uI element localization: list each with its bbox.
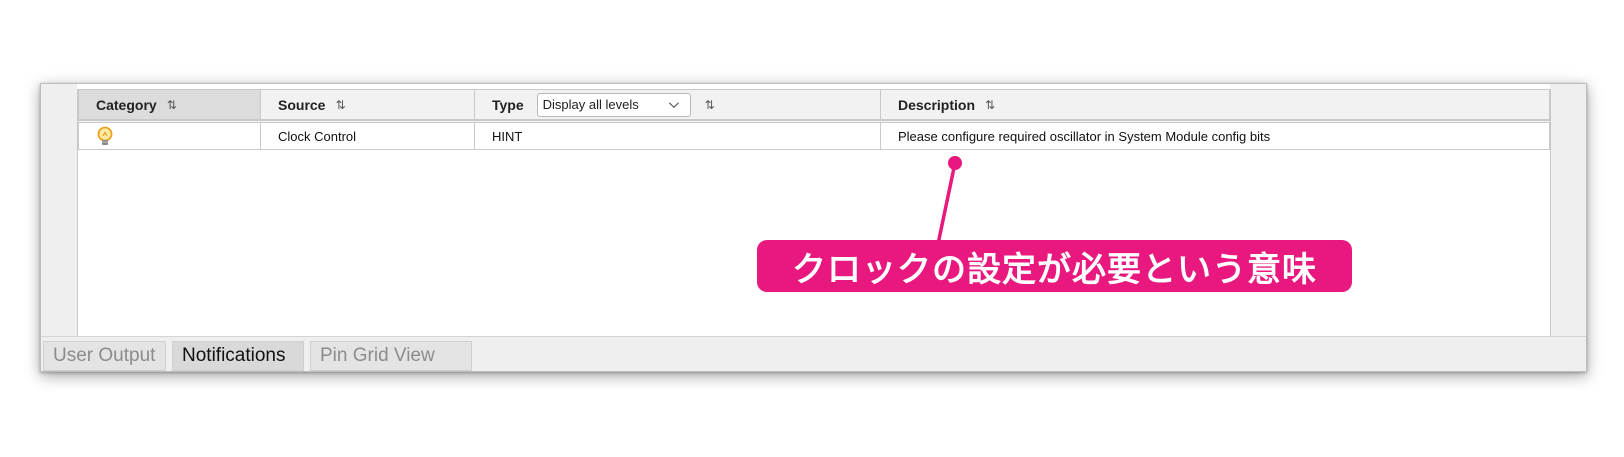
sort-arrows-icon[interactable]: ⇅ <box>705 98 715 112</box>
tab-notifications[interactable]: Notifications <box>172 341 304 371</box>
column-header-source[interactable]: Source ⇅ <box>260 89 475 121</box>
column-header-description[interactable]: Description ⇅ <box>880 89 1550 121</box>
tab-label: Notifications <box>182 345 286 366</box>
column-header-type[interactable]: Type Display all levels ⇅ <box>474 89 881 121</box>
tab-label: User Output <box>53 345 156 366</box>
notifications-table: Category ⇅ Source ⇅ Type Display all lev… <box>77 89 1551 336</box>
sort-arrows-icon[interactable]: ⇅ <box>335 98 345 112</box>
source-text: Clock Control <box>278 128 357 144</box>
sort-arrows-icon[interactable]: ⇅ <box>167 98 177 112</box>
tab-pin-grid-view[interactable]: Pin Grid View <box>310 341 472 371</box>
sort-arrows-icon[interactable]: ⇅ <box>985 98 995 112</box>
source-cell: Clock Control <box>260 122 475 150</box>
chevron-down-icon <box>668 98 679 109</box>
column-header-label: Category <box>96 96 157 113</box>
table-row[interactable]: Clock Control HINT Please configure requ… <box>78 122 1550 150</box>
tab-label: Pin Grid View <box>320 345 435 366</box>
description-cell: Please configure required oscillator in … <box>880 122 1550 150</box>
column-header-label: Type <box>492 96 524 113</box>
notifications-window: Category ⇅ Source ⇅ Type Display all lev… <box>40 83 1587 372</box>
lightbulb-hint-icon <box>97 126 113 145</box>
left-gutter <box>41 84 77 336</box>
type-text: HINT <box>492 128 523 144</box>
description-text: Please configure required oscillator in … <box>898 128 1271 144</box>
bottom-tab-bar: User Output Notifications Pin Grid View <box>41 336 1586 371</box>
table-header: Category ⇅ Source ⇅ Type Display all lev… <box>78 89 1550 123</box>
column-header-category[interactable]: Category ⇅ <box>78 89 261 121</box>
type-filter-value: Display all levels <box>542 97 639 112</box>
annotation-dot <box>948 156 962 170</box>
annotation-callout: クロックの設定が必要という意味 <box>757 240 1352 292</box>
type-level-filter-select[interactable]: Display all levels <box>536 92 691 117</box>
column-header-label: Source <box>278 96 326 113</box>
tab-user-output[interactable]: User Output <box>43 341 166 371</box>
right-gutter <box>1550 84 1586 336</box>
type-cell: HINT <box>474 122 881 150</box>
column-header-label: Description <box>898 96 976 113</box>
category-cell <box>78 122 261 150</box>
